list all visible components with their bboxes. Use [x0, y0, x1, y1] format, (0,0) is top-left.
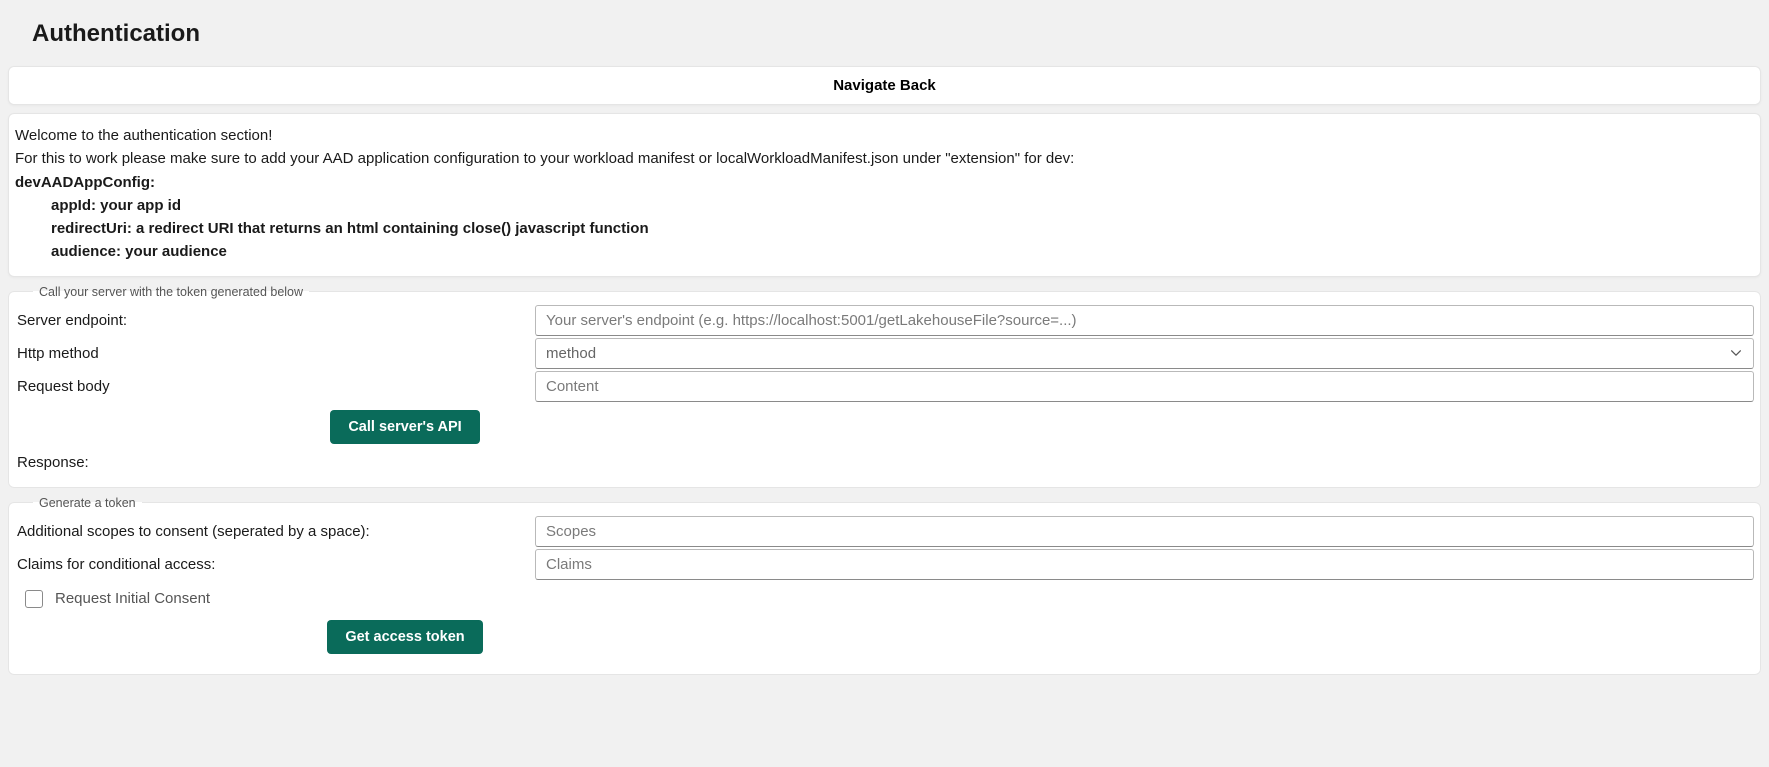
http-method-value: method [546, 345, 596, 362]
page-title: Authentication [32, 20, 1761, 48]
server-call-section: Call your server with the token generate… [8, 285, 1761, 488]
call-server-api-button[interactable]: Call server's API [330, 410, 479, 444]
request-body-label: Request body [15, 372, 535, 401]
request-body-input[interactable] [535, 371, 1754, 402]
scopes-label: Additional scopes to consent (seperated … [15, 517, 535, 546]
config-audience: audience: your audience [15, 240, 1754, 263]
response-label: Response: [15, 450, 1754, 473]
request-initial-consent-checkbox[interactable] [25, 590, 43, 608]
intro-line-1: Welcome to the authentication section! [15, 124, 1754, 147]
server-endpoint-input[interactable] [535, 305, 1754, 336]
server-endpoint-label: Server endpoint: [15, 306, 535, 335]
claims-input[interactable] [535, 549, 1754, 580]
chevron-down-icon [1729, 346, 1743, 360]
request-initial-consent-label: Request Initial Consent [55, 590, 210, 607]
intro-card: Welcome to the authentication section! F… [8, 113, 1761, 277]
intro-line-2: For this to work please make sure to add… [15, 147, 1754, 170]
http-method-select[interactable]: method [535, 338, 1754, 369]
config-redirect-uri: redirectUri: a redirect URI that returns… [15, 217, 1754, 240]
server-call-legend: Call your server with the token generate… [33, 285, 309, 299]
config-appid: appId: your app id [15, 194, 1754, 217]
generate-token-section: Generate a token Additional scopes to co… [8, 496, 1761, 675]
scopes-input[interactable] [535, 516, 1754, 547]
nav-back-card: Navigate Back [8, 66, 1761, 105]
generate-token-legend: Generate a token [33, 496, 142, 510]
get-access-token-button[interactable]: Get access token [327, 620, 482, 654]
http-method-label: Http method [15, 339, 535, 368]
config-heading: devAADAppConfig: [15, 171, 1754, 194]
navigate-back-button[interactable]: Navigate Back [9, 67, 1760, 104]
claims-label: Claims for conditional access: [15, 550, 535, 579]
